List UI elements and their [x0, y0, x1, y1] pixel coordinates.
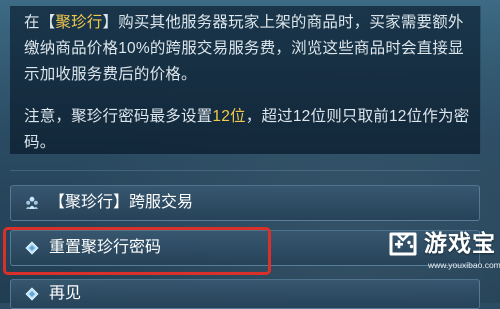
notice-prefix: 在【	[24, 14, 56, 31]
password-length-highlight: 12位	[212, 108, 246, 125]
diamond-icon	[25, 287, 39, 301]
watermark-site-name: 游戏宝	[424, 230, 496, 256]
menu-option-cross-server-trade[interactable]: 【聚珍行】跨服交易	[10, 185, 480, 221]
site-watermark: 游戏宝 www.youxibao.com	[382, 226, 500, 286]
password-notice-prefix: 注意，聚珍行密码最多设置	[24, 108, 213, 125]
annotation-highlight-box	[3, 227, 271, 275]
people-icon	[26, 196, 38, 209]
panel-divider	[10, 170, 480, 171]
menu-option-label: 再见	[49, 285, 82, 302]
service-fee-notice: 在【聚珍行】购买其他服务器玩家上架的商品时，买家需要额外缴纳商品价格10%的跨服…	[24, 10, 476, 88]
watermark-url: www.youxibao.com	[428, 260, 500, 270]
password-length-notice: 注意，聚珍行密码最多设置12位，超过12位则只取前12位作为密码。	[24, 104, 476, 156]
menu-option-label: 【聚珍行】跨服交易	[49, 194, 194, 211]
shop-name-highlight: 聚珍行	[55, 14, 103, 31]
gamepad-logo	[389, 232, 417, 256]
npc-dialog-panel: 在【聚珍行】购买其他服务器玩家上架的商品时，买家需要额外缴纳商品价格10%的跨服…	[10, 6, 481, 154]
